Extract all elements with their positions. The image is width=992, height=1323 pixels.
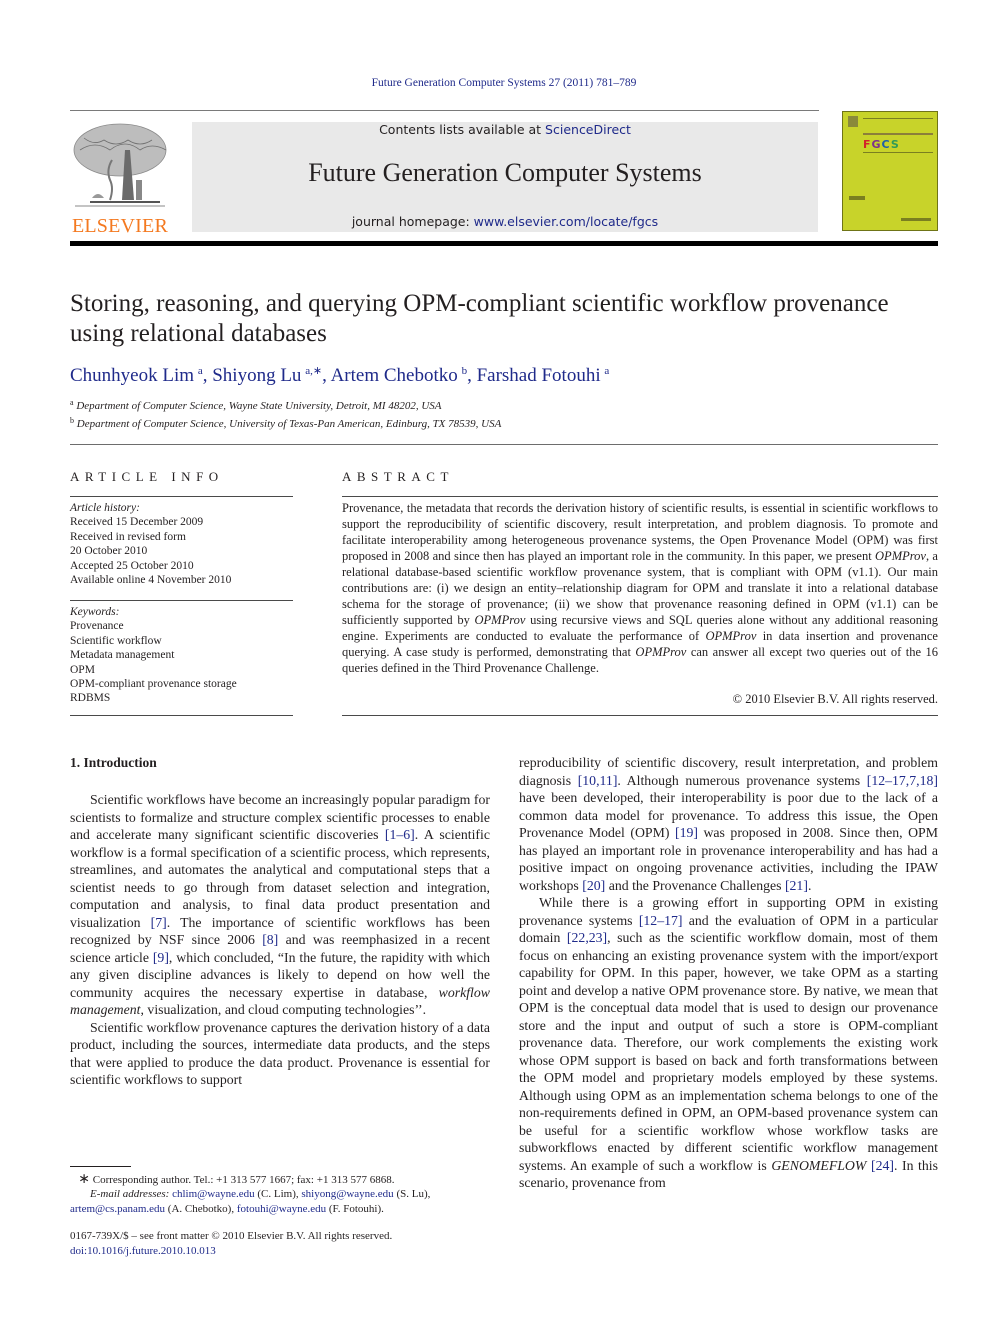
author-link[interactable]: Farshad Fotouhi a xyxy=(477,365,610,386)
header-rule xyxy=(70,110,819,111)
citation-link[interactable]: [10,11] xyxy=(578,773,618,788)
citation-link[interactable]: [22,23] xyxy=(567,930,607,945)
header-thick-rule xyxy=(70,241,938,246)
citation-link[interactable]: [12–17] xyxy=(639,913,683,928)
affiliation: a Department of Computer Science, Wayne … xyxy=(70,398,442,412)
email-link[interactable]: artem@cs.panam.edu xyxy=(70,1203,165,1215)
issn-line: 0167-739X/$ – see front matter © 2010 El… xyxy=(70,1230,393,1242)
email-link[interactable]: shiyong@wayne.edu xyxy=(301,1188,393,1200)
cover-decoration xyxy=(901,218,931,221)
title-line: Storing, reasoning, and querying OPM-com… xyxy=(70,290,889,317)
citation-link[interactable]: [24] xyxy=(871,1158,894,1173)
elsevier-logo[interactable]: ELSEVIER xyxy=(70,120,170,237)
citation-link[interactable]: [8] xyxy=(262,932,278,947)
paragraph: While there is a growing effort in suppo… xyxy=(519,895,938,1190)
history-item: Received in revised form xyxy=(70,530,186,543)
author-link[interactable]: Artem Chebotko b xyxy=(331,365,468,386)
citation-link[interactable]: [19] xyxy=(675,825,698,840)
author-link[interactable]: Chunhyeok Lim a xyxy=(70,365,203,386)
cover-decoration xyxy=(849,196,865,200)
citation-link[interactable]: [7] xyxy=(151,915,167,930)
body-column-right: reproducibility of scientific discovery,… xyxy=(519,754,938,1192)
journal-header-box: Contents lists available at ScienceDirec… xyxy=(192,122,818,232)
cover-letter: C xyxy=(881,138,891,151)
homepage-prefix: journal homepage: xyxy=(351,214,474,229)
paragraph: Scientific workflows have become an incr… xyxy=(70,792,491,1017)
keyword: Provenance xyxy=(70,620,124,633)
cover-acronym: FGCS xyxy=(863,138,900,151)
article-history: Article history: Received 15 December 20… xyxy=(70,501,293,587)
corresponding-author-text: Corresponding author. Tel.: +1 313 577 1… xyxy=(92,1174,395,1186)
citation-link[interactable]: [9] xyxy=(153,950,169,965)
cover-decoration xyxy=(863,152,933,153)
journal-title: Future Generation Computer Systems xyxy=(308,158,702,187)
author-link[interactable]: Shiyong Lu a,∗ xyxy=(212,365,322,386)
keyword: RDBMS xyxy=(70,692,111,705)
journal-homepage-link[interactable]: www.elsevier.com/locate/fgcs xyxy=(474,214,658,229)
history-item: Received 15 December 2009 xyxy=(70,516,204,529)
doi-link[interactable]: doi:10.1016/j.future.2010.10.013 xyxy=(70,1244,500,1259)
cover-letter: G xyxy=(871,138,882,151)
history-item: Available online 4 November 2010 xyxy=(70,574,232,587)
sciencedirect-link[interactable]: ScienceDirect xyxy=(545,122,631,137)
history-item: 20 October 2010 xyxy=(70,545,148,558)
abstract-copyright: © 2010 Elsevier B.V. All rights reserved… xyxy=(732,692,938,706)
keyword: OPM xyxy=(70,663,95,676)
keywords-label: Keywords: xyxy=(70,606,120,618)
paragraph: Scientific workflow provenance captures … xyxy=(70,1019,490,1088)
author-list: Chunhyeok Lim a, Shiyong Lu a,∗, Artem C… xyxy=(70,365,610,386)
journal-cover-image[interactable]: FGCS xyxy=(842,111,938,231)
section-rule xyxy=(70,444,938,445)
affiliation: b Department of Computer Science, Univer… xyxy=(70,416,502,430)
citation-link[interactable]: [12–17,7,18] xyxy=(867,773,938,788)
history-label: Article history: xyxy=(70,502,140,514)
history-item: Accepted 25 October 2010 xyxy=(70,559,194,572)
citation-link[interactable]: [20] xyxy=(582,878,605,893)
article-info-rule xyxy=(70,600,293,601)
article-info-heading: ARTICLE INFO xyxy=(70,469,224,484)
abstract-text: Provenance, the metadata that records th… xyxy=(342,501,938,675)
doi-link-text[interactable]: doi:10.1016/j.future.2010.10.013 xyxy=(70,1245,216,1257)
keyword: OPM-compliant provenance storage xyxy=(70,678,237,691)
cover-elsevier-icon xyxy=(848,116,858,127)
email-label: E-mail addresses: xyxy=(90,1188,170,1200)
footnote-emails: E-mail addresses: chlim@wayne.edu (C. Li… xyxy=(70,1188,431,1215)
homepage-line: journal homepage: www.elsevier.com/locat… xyxy=(192,214,818,229)
footnote-rule xyxy=(70,1166,131,1167)
contents-line: Contents lists available at ScienceDirec… xyxy=(192,122,818,137)
running-head[interactable]: Future Generation Computer Systems 27 (2… xyxy=(0,77,992,89)
article-title: Storing, reasoning, and querying OPM-com… xyxy=(70,289,950,349)
email-link[interactable]: chlim@wayne.edu xyxy=(172,1188,255,1200)
article-info-rule xyxy=(70,496,293,497)
cover-decoration xyxy=(863,133,933,135)
footnote-corresponding: ∗ Corresponding author. Tel.: +1 313 577… xyxy=(70,1172,500,1188)
abstract-heading: ABSTRACT xyxy=(342,469,454,484)
keyword: Scientific workflow xyxy=(70,634,162,647)
citation-link[interactable]: [21] xyxy=(785,878,808,893)
elsevier-wordmark: ELSEVIER xyxy=(71,215,169,237)
citation-link[interactable]: [1–6] xyxy=(385,827,415,842)
keyword: Metadata management xyxy=(70,649,175,662)
asterisk-icon: ∗ xyxy=(78,1172,90,1187)
abstract-rule xyxy=(342,496,938,497)
cover-letter: F xyxy=(863,138,872,151)
cover-decoration xyxy=(863,118,933,119)
cover-letter: S xyxy=(890,138,900,151)
abstract-rule xyxy=(342,715,938,716)
title-line: using relational databases xyxy=(70,320,327,347)
article-info-rule xyxy=(70,715,293,716)
section-heading-introduction: 1. Introduction xyxy=(70,755,157,770)
paragraph: reproducibility of scientific discovery,… xyxy=(519,755,939,893)
keywords: Keywords: Provenance Scientific workflow… xyxy=(70,605,293,706)
body-column-left: Scientific workflows have become an incr… xyxy=(70,791,490,1089)
contents-prefix: Contents lists available at xyxy=(379,122,546,137)
elsevier-tree-icon xyxy=(73,123,167,207)
email-link[interactable]: fotouhi@wayne.edu xyxy=(237,1203,326,1215)
